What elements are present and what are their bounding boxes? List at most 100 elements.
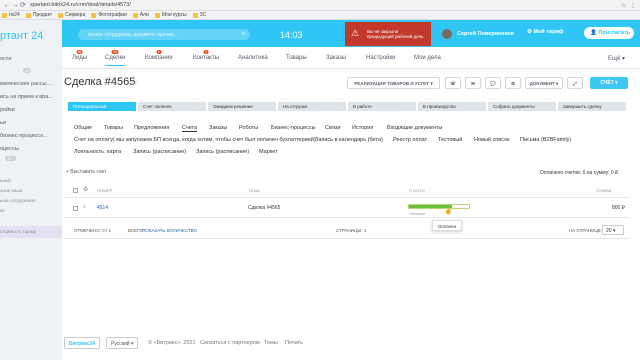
tab-loyalty[interactable]: Лояльность: карта — [74, 149, 121, 155]
tab-market[interactable]: Маркет — [259, 149, 278, 155]
sidebar-item[interactable]: ьный — [0, 178, 11, 183]
bookmark[interactable]: Али — [132, 12, 149, 18]
folder-icon — [25, 12, 31, 18]
tab-offers[interactable]: Предложения — [134, 125, 169, 131]
tab-general[interactable]: Общие — [74, 125, 92, 131]
avatar[interactable] — [442, 29, 452, 39]
nav-item-leads[interactable]: Лиды 88 — [72, 50, 87, 61]
nav-item-my-tasks[interactable]: Мои дела — [414, 55, 441, 61]
bookmark[interactable]: Фотографии — [91, 12, 127, 18]
stage-item[interactable]: В работе — [348, 102, 416, 111]
nav-item-contacts[interactable]: Контакты 2 — [193, 50, 219, 61]
tab-schedule-2[interactable]: Запись (расписание) — [196, 149, 249, 155]
tab-history[interactable]: История — [352, 125, 373, 131]
bookmark[interactable]: Сервера — [58, 12, 85, 18]
search-input[interactable]: искать сотрудника, документ, прочее... ⌕ — [78, 29, 250, 40]
tab-orders[interactable]: Заказы — [209, 125, 227, 131]
column-topic[interactable]: ТЕМА — [248, 188, 260, 193]
stage-item[interactable]: Счет оплачен — [138, 102, 206, 111]
tab-letters[interactable]: Письма (B2BFamily) — [520, 137, 571, 143]
bookmark[interactable]: ЗС — [192, 12, 206, 18]
bookmark[interactable]: Мои курсы — [154, 12, 187, 18]
stage-item[interactable]: Ожидаем решения — [208, 102, 276, 111]
stage-item[interactable]: Потенциальный — [68, 102, 136, 111]
sidebar-item-active[interactable]: стоимость тариф — [0, 226, 62, 238]
user-name[interactable]: Сергей Повериенков — [457, 31, 514, 37]
table-row[interactable]: ≡ 4514 Сделка #4565 800 ₽ — [64, 199, 630, 218]
address-bar[interactable]: spartant.bitrix24.ru/crm/deal/details/45… — [30, 2, 131, 8]
bitrix-logo[interactable]: ртант 24 — [0, 30, 43, 42]
nav-item-orders[interactable]: Заказы — [326, 55, 346, 61]
star-icon[interactable]: ☆ — [130, 77, 138, 88]
tab-business-processes[interactable]: Бизнес-процессы — [271, 125, 316, 131]
bookmark[interactable]: rix24 — [2, 12, 20, 18]
tariff-link[interactable]: ⚙ Мой тариф — [527, 29, 564, 35]
expand-icon[interactable]: ⤢ — [567, 77, 583, 89]
tab-payment-bp[interactable]: Счет на оплату( мы запускаем БП всегда, … — [74, 137, 316, 143]
themes-link[interactable]: Темы — [264, 340, 278, 346]
footer-logo[interactable]: Битрикс24 — [64, 337, 101, 349]
tab-invoices[interactable]: Счета — [182, 125, 198, 132]
stage-item[interactable]: Собрать документы — [488, 102, 556, 111]
partner-link[interactable]: Связаться с партнером — [200, 340, 260, 346]
sidebar-item[interactable]: ки — [0, 208, 4, 213]
document-button[interactable]: ДОКУМЕНТ ▾ — [525, 77, 563, 89]
create-invoice-button[interactable]: + Выставить счет — [66, 169, 106, 175]
select-all-checkbox[interactable] — [73, 188, 78, 193]
nav-item-analytics[interactable]: Аналитика — [238, 55, 268, 61]
reload-icon[interactable]: ⟳ — [19, 1, 27, 9]
tab-calendar[interactable]: Запись в календарь (бета) — [315, 137, 383, 143]
nav-item-products[interactable]: Товары — [286, 55, 307, 61]
tab-products[interactable]: Товары — [104, 125, 123, 131]
sidebar-item[interactable]: ости — [0, 56, 11, 62]
stage-item[interactable]: Завершить сделку — [558, 102, 626, 111]
settings-icon[interactable]: ⚙ — [83, 186, 89, 193]
nav-item-more[interactable]: Ещё ▾ — [608, 55, 625, 62]
nav-item-settings[interactable]: Настройки — [366, 55, 395, 61]
tab-test[interactable]: Тестовый — [438, 137, 462, 143]
bookmark[interactable]: Продакт — [25, 12, 52, 18]
star-bookmark-icon[interactable]: ☆ — [621, 2, 626, 9]
sidebar-item[interactable]: матические рассы... — [0, 81, 51, 87]
column-sum[interactable]: СУММА — [596, 188, 612, 193]
show-count-link[interactable]: ПОКАЗАТЬ КОЛИЧЕСТВО — [142, 228, 197, 233]
tab-payment-registry[interactable]: Реестр оплат — [393, 137, 427, 143]
back-icon[interactable]: ← — [3, 2, 11, 9]
print-link[interactable]: Печать — [285, 340, 303, 346]
invite-button[interactable]: 👤 Пригласить — [584, 27, 634, 39]
nav-item-deals[interactable]: Сделки 66 — [105, 50, 126, 66]
sidebar-item[interactable]: ройки — [0, 107, 15, 113]
extensions-icon[interactable]: ⋮ — [630, 2, 636, 9]
workday-warning[interactable]: ⚠ Вы не закрыли предыдущий рабочий день — [345, 22, 431, 46]
status-progress[interactable] — [408, 204, 470, 209]
nav-item-companies[interactable]: Компании 2 — [145, 50, 173, 61]
phone-icon[interactable]: ☏ — [445, 77, 461, 89]
tab-robots[interactable]: Роботы — [239, 125, 258, 131]
mail-icon[interactable]: ✉ — [465, 77, 481, 89]
tab-schedule[interactable]: Запись (расписание) — [133, 149, 186, 155]
sidebar-item[interactable]: бизнес-процессо... — [0, 133, 48, 139]
tab-new-list[interactable]: Новый список — [474, 137, 510, 143]
gear-icon[interactable]: ⚙ — [505, 77, 521, 89]
invoice-number[interactable]: 4514 — [97, 205, 108, 211]
row-menu-icon[interactable]: ≡ — [83, 204, 86, 210]
sidebar-item[interactable]: зные ваши — [0, 188, 23, 193]
invoice-topic: Сделка #4565 — [248, 205, 281, 211]
realize-button[interactable]: РЕАЛИЗАЦИЯ ТОВАРОВ И УСЛУГ ▾ — [347, 77, 440, 89]
tab-links[interactable]: Связи — [325, 125, 340, 131]
per-page-select[interactable]: 20 ▾ — [602, 225, 624, 235]
invoice-button[interactable]: СЧЁТ ▾ — [590, 77, 628, 89]
sidebar-item[interactable]: ись на прием к вра... — [0, 94, 53, 100]
tab-incoming-docs[interactable]: Входящие документы — [387, 125, 442, 131]
sidebar-item[interactable]: оцессы — [0, 146, 19, 152]
sidebar-item[interactable]: ьша сотрудников — [0, 198, 36, 203]
stage-item[interactable]: В производство — [418, 102, 486, 111]
column-status[interactable]: СТАТУС — [409, 188, 426, 193]
stage-item[interactable]: На отгрузке — [278, 102, 346, 111]
language-select[interactable]: Русский ▾ — [106, 337, 139, 349]
row-checkbox[interactable] — [73, 206, 78, 211]
sidebar-item[interactable]: ьи — [0, 120, 6, 126]
chat-icon[interactable]: 💬 — [485, 77, 501, 89]
forward-icon[interactable]: → — [11, 2, 19, 9]
column-number[interactable]: НОМЕР — [97, 188, 113, 193]
